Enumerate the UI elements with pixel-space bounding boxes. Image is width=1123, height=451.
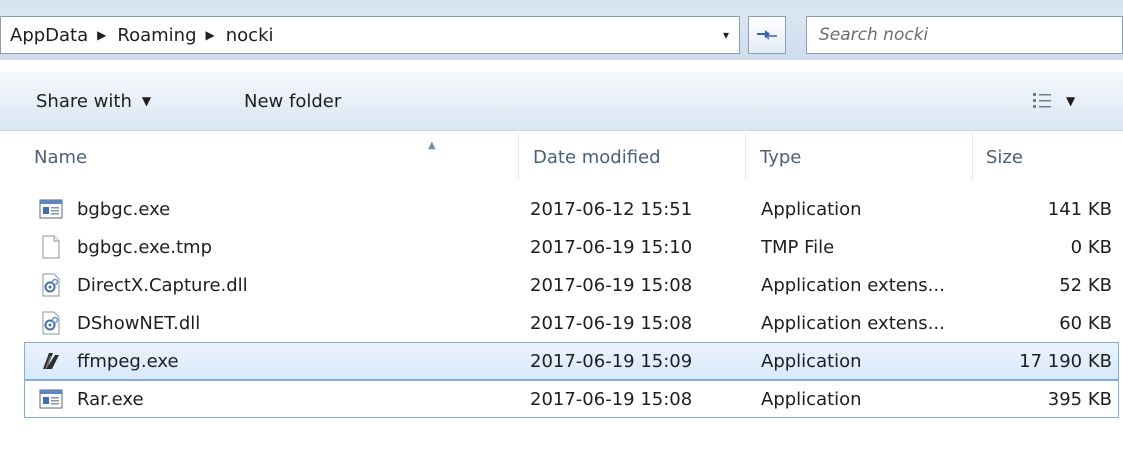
chevron-down-icon: ▾ [722, 28, 730, 42]
application-window-icon [39, 199, 63, 219]
share-with-button[interactable]: Share with ▼ [36, 72, 151, 130]
file-size: 60 KB [1059, 312, 1112, 334]
chevron-down-icon: ▼ [141, 94, 152, 108]
file-date: 2017-06-19 15:08 [530, 312, 693, 334]
file-size: 141 KB [1047, 198, 1112, 220]
file-name: bgbgc.exe.tmp [77, 236, 212, 258]
file-name: Rar.exe [77, 388, 144, 410]
column-header-date[interactable]: Date modified [533, 130, 661, 184]
file-date: 2017-06-19 15:09 [530, 350, 693, 372]
command-toolbar: Share with ▼ New folder ▼ [0, 72, 1123, 131]
dll-gear-icon [42, 311, 60, 335]
column-header-name[interactable]: Name [34, 130, 87, 184]
file-size: 395 KB [1047, 388, 1112, 410]
dll-gear-icon [42, 273, 60, 297]
file-date: 2017-06-19 15:08 [530, 388, 693, 410]
breadcrumb-nocki[interactable]: nocki [223, 25, 277, 46]
column-divider[interactable] [972, 134, 973, 180]
file-row-focused[interactable]: Rar.exe 2017-06-19 15:08 Application 395… [24, 380, 1119, 418]
file-size: 17 190 KB [1019, 350, 1112, 372]
file-name: DirectX.Capture.dll [77, 274, 248, 296]
column-headers: Name Date modified Type Size [0, 130, 1123, 184]
column-header-type[interactable]: Type [760, 130, 801, 184]
file-row[interactable]: DirectX.Capture.dll 2017-06-19 15:08 App… [24, 266, 1119, 304]
file-type: Application [761, 198, 862, 220]
column-type-label: Type [760, 146, 802, 168]
file-type: Application [761, 350, 862, 372]
chevron-down-icon: ▼ [1066, 94, 1076, 108]
change-view-button[interactable]: ▼ [1032, 86, 1075, 116]
file-type: Application extens... [761, 274, 945, 296]
breadcrumb-arrow-icon[interactable]: ▶ [206, 28, 215, 42]
new-folder-label: New folder [244, 90, 342, 112]
breadcrumb-appdata[interactable]: AppData [7, 25, 91, 46]
window-top-strip [0, 0, 1123, 10]
blank-file-icon [42, 235, 60, 259]
refresh-arrows-icon [757, 30, 777, 40]
column-name-label: Name [34, 146, 88, 168]
file-name: bgbgc.exe [77, 198, 171, 220]
refresh-button[interactable] [748, 16, 786, 54]
ffmpeg-logo-icon [43, 353, 59, 369]
address-bar-row: AppData ▶ Roaming ▶ nocki ▾ [0, 10, 1123, 60]
column-date-label: Date modified [533, 146, 661, 168]
file-date: 2017-06-19 15:10 [530, 236, 693, 258]
details-view-icon [1033, 93, 1051, 108]
file-size: 52 KB [1059, 274, 1112, 296]
column-divider[interactable] [518, 134, 519, 180]
file-row[interactable]: bgbgc.exe.tmp 2017-06-19 15:10 TMP File … [24, 228, 1119, 266]
file-row-selected[interactable]: ffmpeg.exe 2017-06-19 15:09 Application … [24, 342, 1119, 380]
file-type: Application [761, 388, 862, 410]
column-divider[interactable] [745, 134, 746, 180]
address-bar[interactable]: AppData ▶ Roaming ▶ nocki ▾ [0, 16, 740, 54]
file-row[interactable]: DShowNET.dll 2017-06-19 15:08 Applicatio… [24, 304, 1119, 342]
breadcrumb-arrow-icon[interactable]: ▶ [97, 28, 106, 42]
column-size-label: Size [986, 146, 1023, 168]
file-name: ffmpeg.exe [77, 350, 179, 372]
search-input[interactable] [807, 17, 1111, 53]
file-type: Application extens... [761, 312, 945, 334]
file-date: 2017-06-19 15:08 [530, 274, 693, 296]
search-box[interactable] [806, 16, 1123, 54]
file-date: 2017-06-12 15:51 [530, 198, 693, 220]
share-with-label: Share with [36, 90, 132, 112]
file-row[interactable]: bgbgc.exe 2017-06-12 15:51 Application 1… [24, 190, 1119, 228]
breadcrumb: AppData ▶ Roaming ▶ nocki [7, 17, 277, 53]
file-name: DShowNET.dll [77, 312, 201, 334]
breadcrumb-roaming[interactable]: Roaming [114, 25, 199, 46]
column-header-size[interactable]: Size [986, 130, 1023, 184]
application-window-icon [39, 389, 63, 409]
new-folder-button[interactable]: New folder [244, 72, 341, 130]
file-size: 0 KB [1070, 236, 1112, 258]
file-type: TMP File [761, 236, 835, 258]
address-history-dropdown[interactable]: ▾ [713, 17, 739, 53]
